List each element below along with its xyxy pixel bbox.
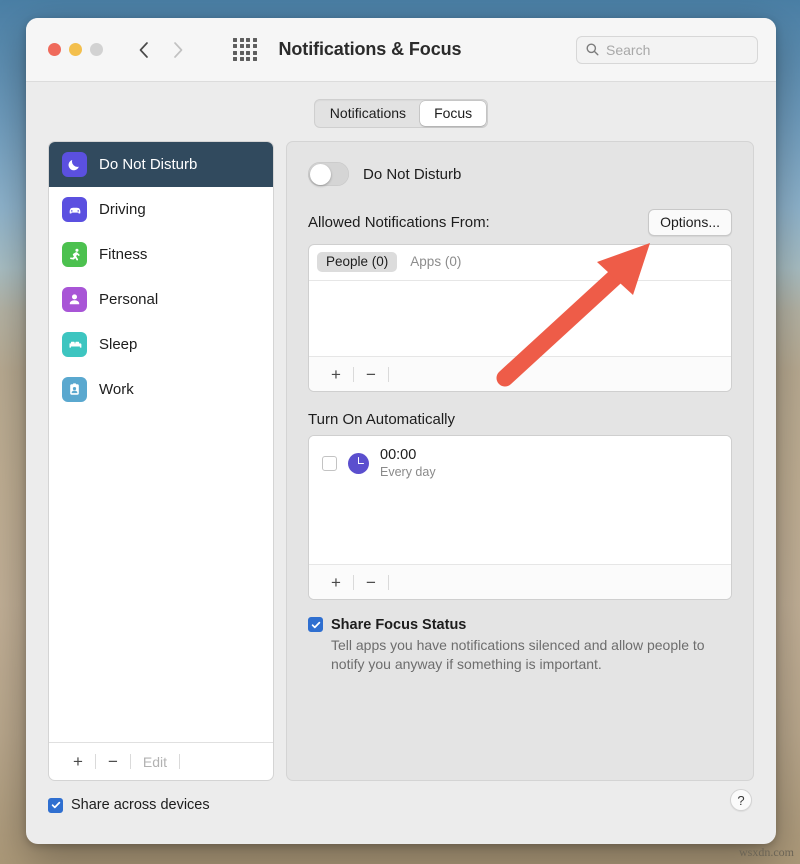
allowed-notifications-header: Allowed Notifications From: Options... (308, 209, 732, 236)
divider (179, 754, 180, 769)
search-field[interactable] (576, 36, 758, 64)
close-button[interactable] (48, 43, 61, 56)
sidebar-item-personal[interactable]: Personal (49, 277, 273, 322)
share-focus-status-row: Share Focus Status Tell apps you have no… (308, 617, 732, 674)
remove-schedule-button[interactable]: − (354, 572, 388, 592)
share-across-devices-label: Share across devices (71, 797, 210, 813)
schedule-list-footer: + − (309, 564, 731, 599)
person-icon (62, 287, 87, 312)
show-all-grid-icon[interactable] (233, 38, 257, 62)
forward-button[interactable] (171, 40, 185, 60)
traffic-lights (48, 43, 103, 56)
share-focus-status-description: Tell apps you have notifications silence… (331, 636, 732, 674)
share-focus-status-title: Share Focus Status (331, 617, 732, 633)
turn-on-automatically-label: Turn On Automatically (308, 411, 732, 428)
do-not-disturb-label: Do Not Disturb (363, 166, 461, 183)
schedule-text: 00:00 Every day (380, 447, 436, 480)
window-titlebar: Notifications & Focus (26, 18, 776, 82)
watermark: wsxdn.com (739, 845, 794, 860)
tab-bar: Notifications Focus (26, 82, 776, 141)
sidebar-item-driving[interactable]: Driving (49, 187, 273, 232)
sidebar-footer: + − Edit (49, 742, 273, 780)
clock-icon (348, 453, 369, 474)
page-title: Notifications & Focus (279, 39, 462, 60)
remove-focus-button[interactable]: − (96, 752, 130, 772)
allowed-notifications-label: Allowed Notifications From: (308, 214, 490, 231)
edit-focus-button[interactable]: Edit (131, 752, 179, 772)
sidebar-item-do-not-disturb[interactable]: Do Not Disturb (49, 142, 273, 187)
schedule-list-body: 00:00 Every day (309, 436, 731, 564)
system-preferences-window: Notifications & Focus Notifications Focu… (26, 18, 776, 844)
sidebar-item-work[interactable]: Work (49, 367, 273, 412)
search-input[interactable] (606, 42, 748, 58)
search-icon (586, 43, 599, 56)
share-focus-status-checkbox[interactable] (308, 617, 323, 632)
schedule-row[interactable]: 00:00 Every day (309, 436, 731, 480)
allowed-list-tabs: People (0) Apps (0) (309, 245, 731, 281)
sidebar-item-label: Driving (99, 201, 146, 218)
schedule-time: 00:00 (380, 447, 436, 464)
segmented-control: Notifications Focus (314, 99, 488, 128)
sidebar-item-label: Work (99, 381, 134, 398)
add-allowed-button[interactable]: + (319, 364, 353, 384)
id-badge-icon (62, 377, 87, 402)
zoom-button[interactable] (90, 43, 103, 56)
running-person-icon (62, 242, 87, 267)
focus-list: Do Not Disturb Driving Fitness (49, 142, 273, 742)
allowed-list-footer: + − (309, 356, 731, 391)
back-button[interactable] (137, 40, 151, 60)
tab-focus[interactable]: Focus (420, 101, 486, 126)
sidebar-item-label: Personal (99, 291, 158, 308)
options-button[interactable]: Options... (648, 209, 732, 236)
schedule-list-box: 00:00 Every day + − (308, 435, 732, 600)
toggle-knob (310, 164, 331, 185)
allowed-list-box: People (0) Apps (0) + − (308, 244, 732, 392)
add-focus-button[interactable]: + (61, 752, 95, 772)
focus-detail-pane: Do Not Disturb Allowed Notifications Fro… (286, 141, 754, 781)
schedule-checkbox[interactable] (322, 456, 337, 471)
focus-sidebar: Do Not Disturb Driving Fitness (48, 141, 274, 781)
allowed-list-body (309, 281, 731, 356)
bed-icon (62, 332, 87, 357)
sidebar-item-label: Do Not Disturb (99, 156, 197, 173)
sidebar-item-label: Sleep (99, 336, 137, 353)
share-focus-status-text: Share Focus Status Tell apps you have no… (331, 617, 732, 674)
sidebar-item-label: Fitness (99, 246, 147, 263)
share-across-devices-checkbox[interactable] (48, 798, 63, 813)
divider (388, 575, 389, 590)
schedule-repeat: Every day (380, 464, 436, 480)
remove-allowed-button[interactable]: − (354, 364, 388, 384)
divider (388, 367, 389, 382)
tab-apps[interactable]: Apps (0) (401, 252, 470, 272)
content-split: Do Not Disturb Driving Fitness (26, 141, 776, 781)
minimize-button[interactable] (69, 43, 82, 56)
navigation-buttons (137, 38, 257, 62)
tab-people[interactable]: People (0) (317, 252, 397, 272)
window-bottom-bar: Share across devices ? (26, 781, 776, 813)
do-not-disturb-toggle[interactable] (308, 162, 349, 186)
help-button[interactable]: ? (730, 789, 752, 811)
moon-icon (62, 152, 87, 177)
sidebar-item-fitness[interactable]: Fitness (49, 232, 273, 277)
do-not-disturb-row: Do Not Disturb (308, 162, 732, 186)
sidebar-item-sleep[interactable]: Sleep (49, 322, 273, 367)
car-icon (62, 197, 87, 222)
add-schedule-button[interactable]: + (319, 572, 353, 592)
tab-notifications[interactable]: Notifications (316, 101, 420, 126)
